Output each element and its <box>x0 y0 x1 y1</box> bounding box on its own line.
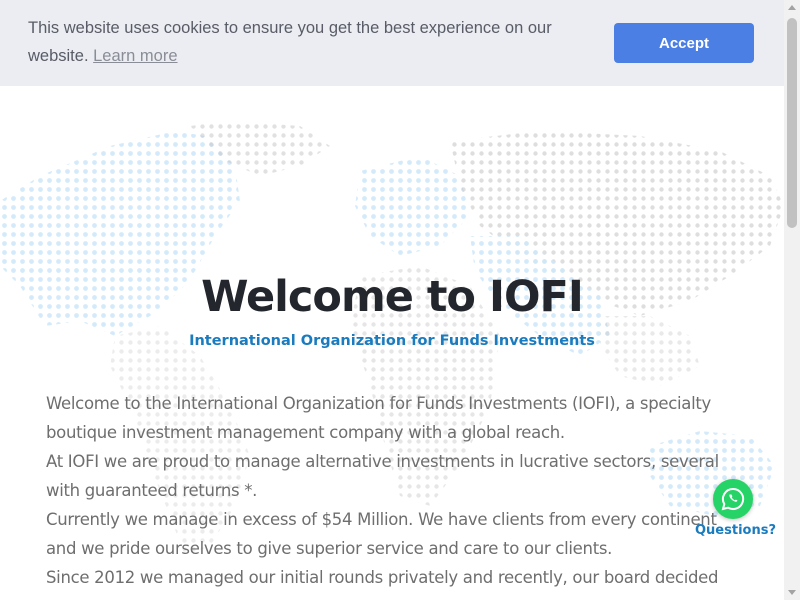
cookie-consent-bar: This website uses cookies to ensure you … <box>0 0 784 86</box>
whatsapp-icon <box>721 487 745 511</box>
intro-paragraph: At IOFI we are proud to manage alternati… <box>46 452 719 500</box>
accept-cookies-button[interactable]: Accept <box>614 23 754 63</box>
questions-label[interactable]: Questions? <box>695 523 776 538</box>
scroll-up-arrow-icon[interactable] <box>788 5 796 10</box>
intro-paragraph: Since 2012 we managed our initial rounds… <box>46 568 719 600</box>
vertical-scrollbar[interactable] <box>784 0 800 600</box>
cookie-message-container: This website uses cookies to ensure you … <box>28 14 588 70</box>
intro-paragraph: Currently we manage in excess of $54 Mil… <box>46 510 717 558</box>
intro-paragraph: Welcome to the International Organizatio… <box>46 394 712 442</box>
intro-text: Welcome to the International Organizatio… <box>46 389 736 600</box>
whatsapp-chat-button[interactable] <box>713 479 753 519</box>
main-content: Welcome to IOFI International Organizati… <box>0 86 784 600</box>
page-title: Welcome to IOFI <box>201 272 584 322</box>
scrollbar-thumb[interactable] <box>787 18 797 228</box>
learn-more-link[interactable]: Learn more <box>93 47 177 65</box>
scroll-down-arrow-icon[interactable] <box>788 590 796 595</box>
page-subtitle: International Organization for Funds Inv… <box>189 333 595 349</box>
